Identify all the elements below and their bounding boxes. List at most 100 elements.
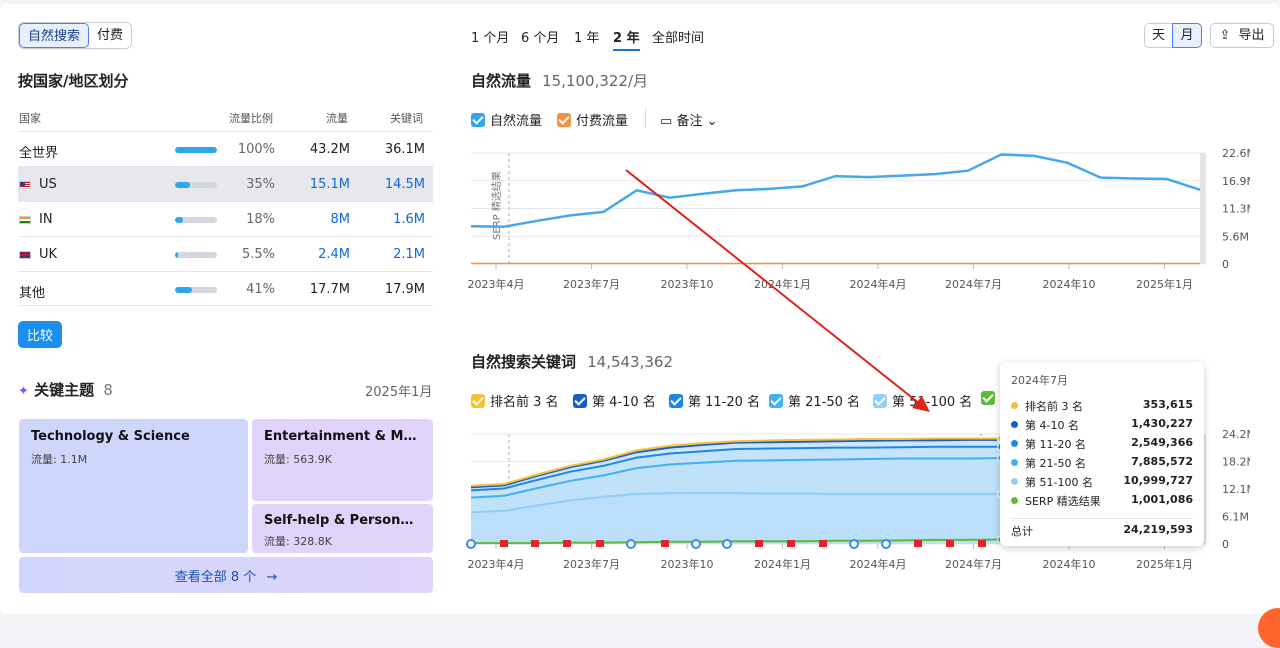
share-bar-fill <box>175 252 178 258</box>
legend-serp[interactable] <box>981 391 1000 407</box>
chart-tooltip: 2024年7月 排名前 3 名353,615第 4-10 名1,430,227第… <box>1000 362 1204 546</box>
help-bubble[interactable] <box>1258 608 1280 648</box>
granularity-day[interactable]: 天 <box>1144 23 1173 48</box>
checkbox-icon <box>769 394 783 408</box>
country-row-us[interactable]: US 35% 15.1M 14.5M <box>18 166 433 201</box>
in-flag-icon <box>19 216 31 224</box>
traffic-chart[interactable]: 22.6M16.9M11.3M5.6M02023年4月2023年7月2023年1… <box>460 140 1250 300</box>
legend-label: 自然流量 <box>490 114 542 129</box>
topic-tile-technology[interactable]: Technology & Science 流量: 1.1M <box>19 419 248 553</box>
legend-label: 第 4-10 名 <box>592 395 656 410</box>
y-tick-label: 0 <box>1222 538 1229 551</box>
topic-tile-selfhelp[interactable]: Self-help & Personal D... 流量: 328.8K <box>252 504 433 553</box>
topics-title: 关键主题 <box>34 381 94 399</box>
notes-label: 备注 <box>676 114 702 129</box>
share-bar-fill <box>175 287 192 293</box>
traffic-chart-title: 自然流量 <box>471 72 531 90</box>
tooltip-series-name: 第 11-20 名 <box>1025 436 1086 452</box>
period-1m[interactable]: 1 个月 <box>471 27 509 46</box>
y-tick-label: 0 <box>1222 258 1229 271</box>
header-traffic: 流量 <box>326 110 348 126</box>
share-value: 41% <box>235 282 275 297</box>
keywords-link[interactable]: 14.5M <box>373 177 425 192</box>
tooltip-series-value: 2,549,366 <box>1131 436 1193 449</box>
keywords-link[interactable]: 1.6M <box>373 212 425 227</box>
tooltip-row: 排名前 3 名353,615 <box>1011 398 1193 417</box>
flag-marker-icon <box>500 540 508 547</box>
topic-name: Technology & Science <box>31 429 236 444</box>
comment-icon: ▭ <box>660 114 672 129</box>
upload-icon: ⇪ <box>1219 28 1230 43</box>
range-handle <box>1200 153 1206 264</box>
traffic-chart-header: 自然流量 15,100,322/月 <box>471 70 648 91</box>
checkbox-icon <box>471 113 485 127</box>
google-marker-icon <box>627 540 635 548</box>
organic-tab[interactable]: 自然搜索 <box>19 23 89 48</box>
topic-traffic: 流量: 1.1M <box>31 451 236 467</box>
share-value: 100% <box>235 142 275 157</box>
legend-paid[interactable]: 付费流量 <box>557 110 628 129</box>
legend-top3[interactable]: 排名前 3 名 <box>471 391 559 410</box>
country-section-title: 按国家/地区划分 <box>18 70 128 91</box>
flag-marker-icon <box>946 540 954 547</box>
google-marker-icon <box>850 540 858 548</box>
header-country: 国家 <box>19 110 41 126</box>
y-tick-label: 24.2M <box>1222 428 1250 441</box>
traffic-type-toggle: 自然搜索 付费 <box>18 22 132 49</box>
keywords-link[interactable]: 2.1M <box>373 247 425 262</box>
keywords-value: 36.1M <box>373 142 425 157</box>
google-marker-icon <box>467 540 475 548</box>
country-name: IN <box>39 212 53 227</box>
legend-organic[interactable]: 自然流量 <box>471 110 542 129</box>
country-row-uk[interactable]: UK 5.5% 2.4M 2.1M <box>18 236 433 271</box>
period-6m[interactable]: 6 个月 <box>521 27 559 46</box>
topic-traffic: 流量: 563.9K <box>264 451 421 467</box>
legend-label: 排名前 3 名 <box>490 395 559 410</box>
view-all-topics-button[interactable]: 查看全部 8 个 → <box>19 557 433 593</box>
country-row-in[interactable]: IN 18% 8M 1.6M <box>18 201 433 236</box>
legend-51-100[interactable]: 第 51-100 名 <box>873 391 972 410</box>
period-1y[interactable]: 1 年 <box>574 27 599 46</box>
period-all[interactable]: 全部时间 <box>652 27 704 46</box>
traffic-link[interactable]: 2.4M <box>298 247 350 262</box>
traffic-value: 17.7M <box>298 282 350 297</box>
export-button[interactable]: ⇪ 导出 <box>1210 23 1274 48</box>
tooltip-series-value: 1,430,227 <box>1131 417 1193 430</box>
period-2y[interactable]: 2 年 <box>613 27 640 51</box>
series-dot-icon <box>1011 402 1018 409</box>
flag-marker-icon <box>787 540 795 547</box>
granularity-month[interactable]: 月 <box>1172 23 1202 48</box>
arrow-right-icon: → <box>266 570 277 585</box>
country-row-other[interactable]: 其他 41% 17.7M 17.9M <box>18 271 433 306</box>
country-row-world[interactable]: 全世界 100% 43.2M 36.1M <box>18 131 433 166</box>
notes-dropdown[interactable]: ▭ 备注 ⌄ <box>660 110 718 129</box>
topic-tile-entertainment[interactable]: Entertainment & Media 流量: 563.9K <box>252 419 433 501</box>
google-marker-icon <box>723 540 731 548</box>
x-tick-label: 2024年4月 <box>850 557 907 571</box>
header-share: 流量比例 <box>229 110 273 126</box>
share-value: 35% <box>235 177 275 192</box>
x-tick-label: 2023年7月 <box>563 557 620 571</box>
traffic-link[interactable]: 15.1M <box>298 177 350 192</box>
x-tick-label: 2023年10 <box>661 277 714 291</box>
legend-11-20[interactable]: 第 11-20 名 <box>669 391 760 410</box>
tooltip-series-name: 第 4-10 名 <box>1025 417 1079 433</box>
legend-4-10[interactable]: 第 4-10 名 <box>573 391 656 410</box>
topic-traffic: 流量: 328.8K <box>264 533 421 549</box>
compare-button[interactable]: 比较 <box>18 321 62 348</box>
traffic-link[interactable]: 8M <box>298 212 350 227</box>
google-marker-icon <box>692 540 700 548</box>
series-dot-icon <box>1011 459 1018 466</box>
paid-tab[interactable]: 付费 <box>89 23 131 48</box>
google-marker-icon <box>882 540 890 548</box>
y-tick-label: 6.1M <box>1222 511 1249 524</box>
traffic-chart-value: 15,100,322/月 <box>542 72 648 90</box>
legend-21-50[interactable]: 第 21-50 名 <box>769 391 860 410</box>
us-flag-icon <box>19 181 31 189</box>
share-bar-fill <box>175 147 217 153</box>
x-tick-label: 2023年7月 <box>563 277 620 291</box>
tooltip-row: 第 11-20 名 2,549,366 <box>1011 436 1193 455</box>
legend-label: 第 21-50 名 <box>788 395 860 410</box>
flag-marker-icon <box>819 540 827 547</box>
x-tick-label: 2025年1月 <box>1136 557 1193 571</box>
